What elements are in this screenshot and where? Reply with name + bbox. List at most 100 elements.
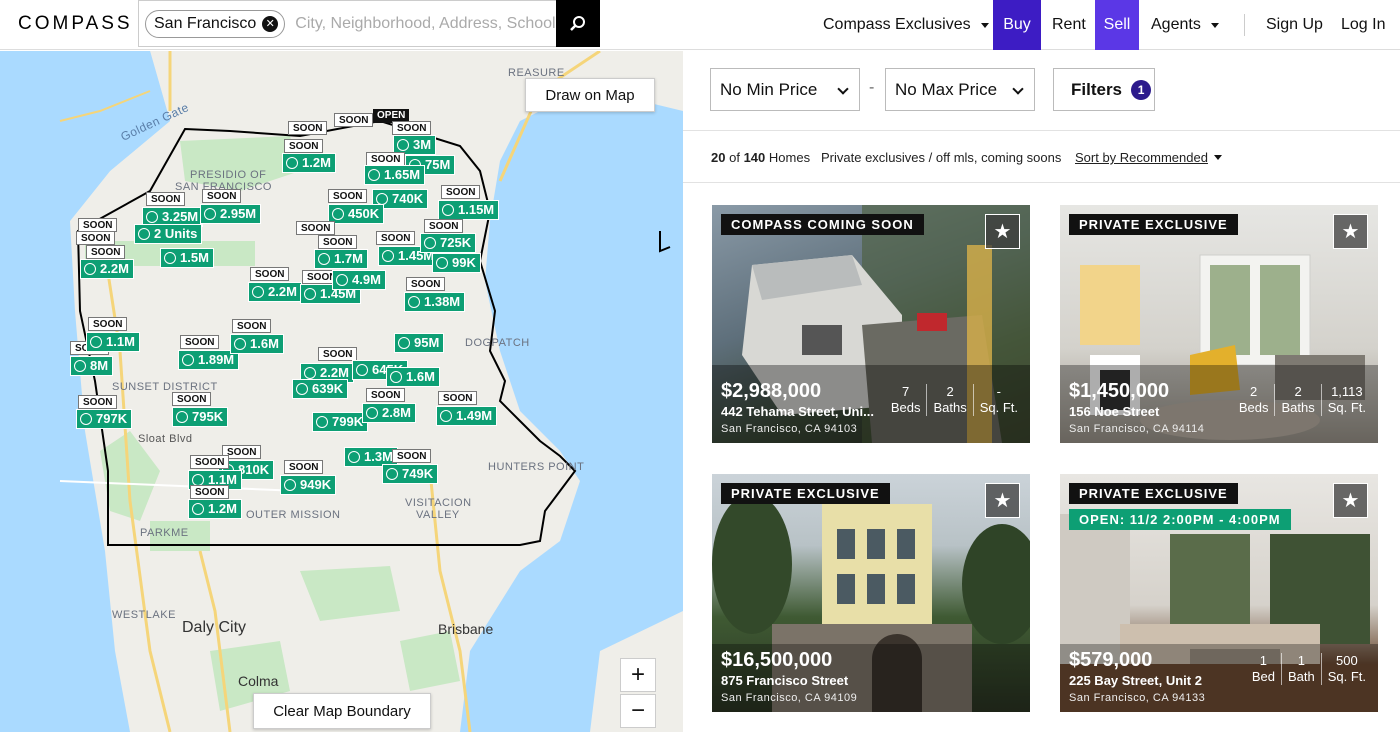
pin-price: 1.5M	[180, 250, 209, 265]
sort-dropdown[interactable]: Sort by Recommended	[1075, 150, 1208, 165]
price-pin[interactable]: 797K	[76, 409, 133, 429]
price-pin[interactable]: 749K	[382, 464, 439, 484]
price-pin[interactable]: 8M	[70, 356, 114, 376]
nav-sell[interactable]: Sell	[1095, 0, 1139, 50]
draw-on-map-button[interactable]: Draw on Map	[525, 78, 655, 112]
pin-price: 450K	[348, 206, 380, 221]
nav-rent[interactable]: Rent	[1052, 0, 1086, 50]
price-pin[interactable]: 4.9M	[332, 270, 386, 290]
log-in-link[interactable]: Log In	[1341, 0, 1385, 50]
price-pin[interactable]: 1.1M	[86, 332, 140, 352]
favorite-star-icon[interactable]: ★	[1333, 483, 1368, 518]
price-pin[interactable]: 1.7M	[314, 249, 368, 269]
check-icon	[318, 253, 330, 265]
coming-soon-label: SOON	[392, 449, 432, 463]
results-bar: 20 of 140 Homes Private exclusives / off…	[683, 131, 1400, 183]
coming-soon-label: SOON	[76, 231, 116, 245]
price-pin[interactable]: 639K	[292, 379, 349, 399]
price-pin[interactable]: 99K	[432, 253, 481, 273]
results-unit: Homes	[768, 150, 811, 165]
check-icon	[146, 211, 158, 223]
filters-button[interactable]: Filters 1	[1053, 68, 1155, 111]
chevron-down-icon[interactable]	[1214, 155, 1222, 160]
coming-soon-label: SOON	[318, 235, 358, 249]
beds-label: Beds	[1238, 400, 1269, 415]
price-pin[interactable]: 450K	[328, 204, 385, 224]
sort-label: Sort by Recommended	[1075, 150, 1208, 165]
nav-compass-exclusives[interactable]: Compass Exclusives	[823, 0, 989, 50]
price-pin[interactable]: 1.6M	[230, 334, 284, 354]
check-icon	[442, 204, 454, 216]
price-pin[interactable]: 725K	[420, 233, 477, 253]
sign-up-label: Sign Up	[1266, 16, 1323, 33]
listing-card[interactable]: PRIVATE EXCLUSIVE ★ $1,450,000 156 Noe S…	[1060, 205, 1378, 443]
coming-soon-label: SOON	[250, 267, 290, 281]
coming-soon-label: SOON	[172, 392, 212, 406]
map-label: DOGPATCH	[465, 337, 530, 349]
check-icon	[296, 383, 308, 395]
map-label: VISITACION	[405, 497, 472, 509]
pin-price: 1.49M	[456, 408, 493, 423]
price-pin[interactable]: 2.8M	[362, 403, 416, 423]
min-price-select[interactable]: No Min Price	[710, 68, 860, 111]
check-icon	[252, 286, 264, 298]
check-icon	[192, 503, 204, 515]
coming-soon-label: SOON	[284, 460, 324, 474]
listing-tag: PRIVATE EXCLUSIVE	[1069, 483, 1238, 504]
pin-price: 95M	[414, 335, 440, 350]
pin-price: 1.6M	[250, 336, 279, 351]
price-pin[interactable]: 799K	[312, 412, 369, 432]
check-icon	[436, 257, 448, 269]
zoom-out-button[interactable]: −	[620, 694, 656, 728]
price-pin[interactable]: 1.49M	[436, 406, 498, 426]
listing-card[interactable]: PRIVATE EXCLUSIVE ★ $16,500,000 875 Fran…	[712, 474, 1030, 712]
price-pin[interactable]: 1.38M	[404, 292, 466, 312]
check-icon	[390, 371, 402, 383]
price-pin[interactable]: 1.2M	[282, 153, 336, 173]
coming-soon-label: SOON	[296, 221, 336, 235]
favorite-star-icon[interactable]: ★	[1333, 214, 1368, 249]
check-icon	[366, 407, 378, 419]
search-input[interactable]: City, Neighborhood, Address, School, Z	[295, 15, 567, 33]
remove-chip-icon[interactable]: ✕	[262, 15, 279, 32]
nav-agents[interactable]: Agents	[1151, 0, 1219, 50]
price-pin[interactable]: 1.6M	[386, 367, 440, 387]
price-pin[interactable]: 95M	[394, 333, 445, 353]
map-label: VALLEY	[416, 509, 460, 521]
price-pin[interactable]: 2 Units	[134, 224, 203, 244]
price-pin[interactable]: 1.5M	[160, 248, 214, 268]
max-price-select[interactable]: No Max Price	[885, 68, 1035, 111]
price-pin[interactable]: 2.2M	[248, 282, 302, 302]
beds-label: Beds	[890, 400, 921, 415]
clear-map-boundary-button[interactable]: Clear Map Boundary	[253, 693, 431, 729]
favorite-star-icon[interactable]: ★	[985, 483, 1020, 518]
search-box[interactable]: San Francisco ✕ City, Neighborhood, Addr…	[138, 0, 600, 47]
price-pin[interactable]: 1.65M	[364, 165, 426, 185]
check-icon	[284, 479, 296, 491]
price-pin[interactable]: 1.2M	[188, 499, 242, 519]
results-count: 20 of 140 Homes	[711, 150, 810, 165]
price-pin[interactable]: 949K	[280, 475, 337, 495]
baths-value: 2	[946, 384, 954, 399]
sign-up-link[interactable]: Sign Up	[1266, 0, 1323, 50]
coming-soon-label: SOON	[78, 395, 118, 409]
price-pin[interactable]: 795K	[172, 407, 229, 427]
listing-card[interactable]: PRIVATE EXCLUSIVE OPEN: 11/2 2:00PM - 4:…	[1060, 474, 1378, 712]
nav-buy[interactable]: Buy	[993, 0, 1041, 50]
listing-card[interactable]: COMPASS COMING SOON ★ $2,988,000 442 Teh…	[712, 205, 1030, 443]
price-pin[interactable]: 1.15M	[438, 200, 500, 220]
location-chip[interactable]: San Francisco ✕	[145, 9, 286, 38]
compass-logo[interactable]: COMPASS	[18, 13, 133, 35]
price-pin[interactable]: 2.2M	[80, 259, 134, 279]
check-icon	[336, 274, 348, 286]
map-view[interactable]: Golden Gate PRESIDIO OF SAN FRANCISCO SU…	[0, 51, 683, 732]
check-icon	[398, 337, 410, 349]
search-icon	[570, 15, 585, 31]
pin-price: 1.2M	[302, 155, 331, 170]
zoom-in-button[interactable]: +	[620, 658, 656, 692]
favorite-star-icon[interactable]: ★	[985, 214, 1020, 249]
stat-baths: 1 Bath	[1280, 653, 1321, 685]
baths-value: 2	[1294, 384, 1302, 399]
price-pin[interactable]: 2.95M	[200, 204, 262, 224]
search-button[interactable]	[556, 0, 600, 47]
